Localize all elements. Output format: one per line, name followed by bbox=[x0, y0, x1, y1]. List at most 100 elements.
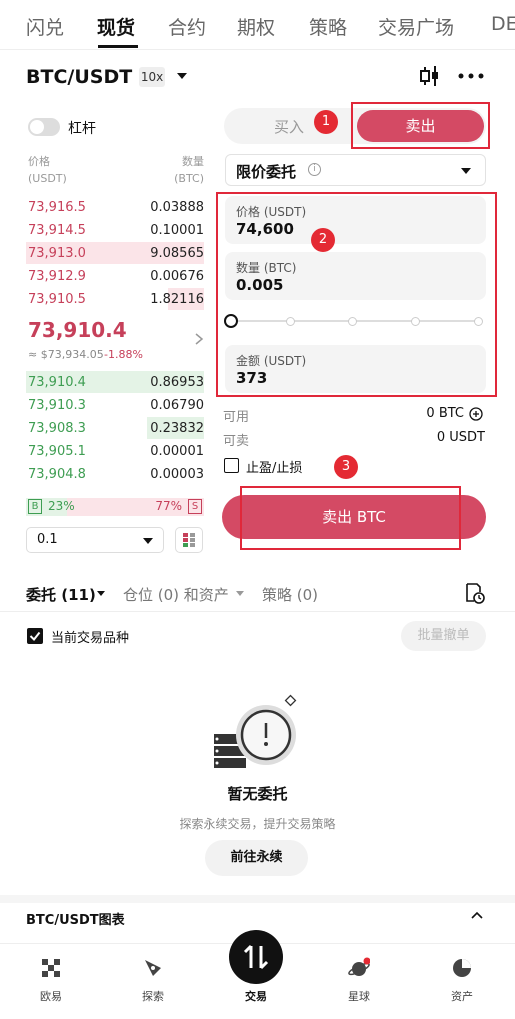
reference-price: ≈ $73,934.05 bbox=[28, 348, 104, 361]
nav-explore[interactable]: 探索 bbox=[113, 988, 193, 1004]
section-gap bbox=[0, 895, 515, 903]
tab-strategies[interactable]: 策略 (0) bbox=[262, 584, 318, 605]
ask-qty: 0.03888 bbox=[150, 200, 204, 215]
order-history-icon[interactable] bbox=[464, 582, 486, 604]
ask-row[interactable]: 73,916.5 0.03888 bbox=[26, 196, 204, 220]
ask-qty: 9.08565 bbox=[150, 246, 204, 261]
pair-dropdown-icon[interactable] bbox=[177, 73, 187, 79]
bid-row[interactable]: 73,905.1 0.00001 bbox=[26, 440, 204, 464]
current-pair-checkbox[interactable] bbox=[27, 628, 43, 644]
ask-row[interactable]: 73,914.5 0.10001 bbox=[26, 219, 204, 243]
last-price: 73,910.4 bbox=[28, 318, 127, 342]
tab-more[interactable]: DE bbox=[491, 13, 515, 35]
bid-row[interactable]: 73,904.8 0.00003 bbox=[26, 463, 204, 487]
layout-icon bbox=[183, 533, 195, 547]
orderbook-layout-button[interactable] bbox=[175, 527, 203, 553]
ask-qty: 0.10001 bbox=[150, 223, 204, 238]
okx-logo-icon bbox=[42, 959, 60, 977]
plus-circle-icon[interactable] bbox=[469, 407, 483, 421]
bid-price: 73,904.8 bbox=[28, 467, 86, 482]
sell-percent: 77% bbox=[155, 499, 182, 513]
bid-qty: 0.86953 bbox=[150, 375, 204, 390]
bid-price: 73,905.1 bbox=[28, 444, 86, 459]
empty-title: 暂无委托 bbox=[227, 785, 288, 803]
tab-positions[interactable]: 仓位 (0) 和资产 bbox=[123, 584, 229, 605]
annotation-box-2 bbox=[216, 192, 497, 397]
tpsl-checkbox[interactable] bbox=[224, 458, 239, 473]
ask-price: 73,912.9 bbox=[28, 269, 86, 284]
sellable-label: 可卖 bbox=[223, 434, 250, 449]
info-icon[interactable]: i bbox=[308, 163, 321, 176]
bid-qty: 0.00003 bbox=[150, 467, 204, 482]
leverage-badge: 10x bbox=[139, 67, 165, 87]
tab-spot[interactable]: 现货 bbox=[97, 13, 135, 40]
nav-home[interactable]: 欧易 bbox=[11, 988, 91, 1004]
chart-section-title[interactable]: BTC/USDT图表 bbox=[26, 909, 125, 928]
nav-trade[interactable]: 交易 bbox=[216, 988, 296, 1004]
sellable-value: 0 USDT bbox=[436, 430, 485, 445]
trade-fab[interactable] bbox=[229, 930, 283, 984]
ask-row[interactable]: 73,912.9 0.00676 bbox=[26, 265, 204, 289]
chevron-right-icon[interactable] bbox=[194, 332, 204, 346]
bid-price: 73,908.3 bbox=[28, 421, 86, 436]
chevron-down-icon bbox=[143, 538, 153, 544]
orders-dropdown-icon[interactable] bbox=[97, 591, 105, 596]
planet-icon bbox=[348, 957, 370, 976]
active-tab-underline bbox=[98, 45, 138, 48]
tab-swap[interactable]: 闪兑 bbox=[26, 13, 64, 40]
tpsl-label: 止盈/止损 bbox=[246, 461, 303, 476]
tab-trading-square[interactable]: 交易广场 bbox=[378, 13, 454, 40]
margin-toggle-label: 杠杆 bbox=[68, 121, 96, 137]
candlestick-icon[interactable] bbox=[418, 64, 442, 88]
check-icon bbox=[29, 631, 41, 642]
pie-chart-icon bbox=[453, 959, 471, 977]
go-perpetual-button[interactable]: 前往永续 bbox=[205, 840, 308, 876]
bid-qty: 0.06790 bbox=[150, 398, 204, 413]
order-type-select[interactable]: 限价委托 i bbox=[225, 154, 486, 186]
bid-row[interactable]: 73,910.3 0.06790 bbox=[26, 394, 204, 418]
divider bbox=[0, 611, 515, 612]
tab-orders[interactable]: 委托 (11) bbox=[26, 584, 96, 605]
buy-percent: 23% bbox=[48, 499, 75, 513]
ask-price: 73,913.0 bbox=[28, 246, 86, 261]
ratio-bar: B 23% 77% S bbox=[26, 498, 204, 516]
pair-title[interactable]: BTC/USDT bbox=[26, 66, 132, 88]
ask-price: 73,914.5 bbox=[28, 223, 86, 238]
available-value: 0 BTC bbox=[426, 406, 464, 421]
bid-row[interactable]: 73,910.4 0.86953 bbox=[26, 371, 204, 395]
annotation-box-1 bbox=[351, 102, 490, 149]
chevron-down-icon bbox=[461, 168, 471, 174]
swap-arrows-icon bbox=[243, 944, 269, 970]
ask-price: 73,916.5 bbox=[28, 200, 86, 215]
precision-value: 0.1 bbox=[37, 532, 58, 547]
current-pair-label: 当前交易品种 bbox=[51, 631, 130, 646]
ask-qty: 0.00676 bbox=[150, 269, 204, 284]
price-change: -1.88% bbox=[104, 348, 143, 361]
orderbook-price-header: 价格 (USDT) bbox=[28, 155, 67, 185]
nav-assets[interactable]: 资产 bbox=[422, 988, 502, 1004]
precision-select[interactable]: 0.1 bbox=[26, 527, 164, 553]
more-icon[interactable] bbox=[458, 71, 484, 81]
chevron-up-icon[interactable] bbox=[471, 911, 483, 919]
empty-subtitle: 探索永续交易，提升交易策略 bbox=[179, 817, 336, 831]
tab-futures[interactable]: 合约 bbox=[168, 13, 206, 40]
margin-toggle[interactable] bbox=[28, 118, 60, 136]
batch-cancel-button[interactable]: 批量撤单 bbox=[401, 621, 486, 651]
annotation-badge-3: 3 bbox=[334, 455, 358, 479]
empty-orders-illustration bbox=[214, 694, 297, 768]
bid-row[interactable]: 73,908.3 0.23832 bbox=[26, 417, 204, 441]
tab-strategy[interactable]: 策略 bbox=[309, 13, 347, 40]
available-label: 可用 bbox=[223, 410, 250, 425]
nav-planet[interactable]: 星球 bbox=[319, 988, 399, 1004]
bid-qty: 0.23832 bbox=[150, 421, 204, 436]
buy-tag: B bbox=[28, 499, 42, 514]
ask-row[interactable]: 73,910.5 1.82116 bbox=[26, 288, 204, 312]
top-nav: 闪兑 现货 合约 期权 策略 交易广场 DE bbox=[0, 0, 515, 50]
positions-dropdown-icon[interactable] bbox=[236, 591, 244, 596]
ask-row[interactable]: 73,913.0 9.08565 bbox=[26, 242, 204, 266]
sell-tag: S bbox=[188, 499, 202, 514]
bid-price: 73,910.3 bbox=[28, 398, 86, 413]
tab-options[interactable]: 期权 bbox=[237, 13, 275, 40]
annotation-box-3 bbox=[240, 486, 461, 550]
annotation-badge-1: 1 bbox=[314, 110, 338, 134]
